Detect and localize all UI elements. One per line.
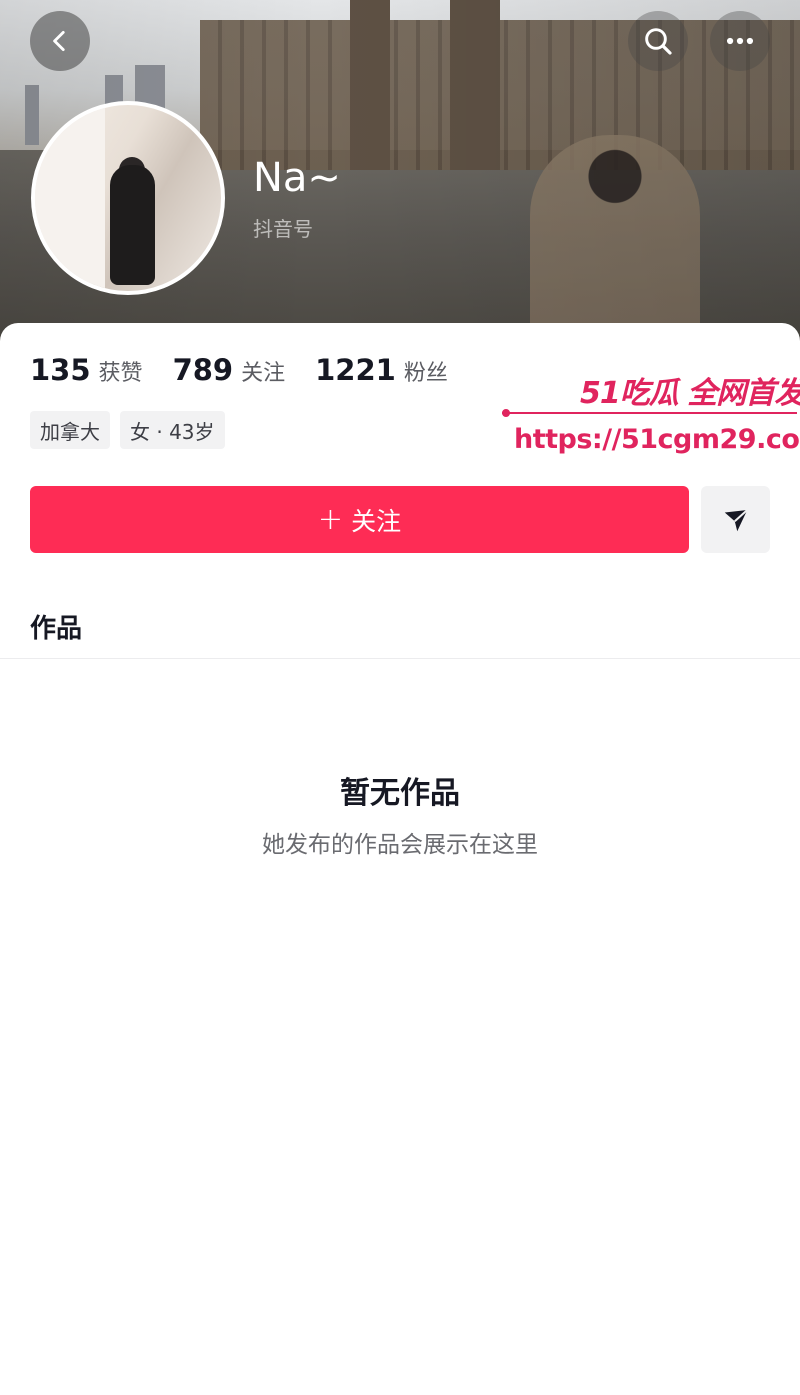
stat-label: 关注 bbox=[241, 361, 286, 386]
stat-followers[interactable]: 1221 粉丝 bbox=[315, 353, 448, 387]
nickname: Na~ bbox=[253, 155, 341, 201]
stat-value: 135 bbox=[30, 353, 91, 387]
send-icon bbox=[724, 508, 748, 531]
watermark-line bbox=[502, 412, 797, 414]
stat-following[interactable]: 789 关注 bbox=[173, 353, 286, 387]
tab-works[interactable]: 作品 bbox=[30, 608, 82, 645]
stat-label: 获赞 bbox=[98, 361, 143, 386]
profile-tags: 加拿大 女 · 43岁 bbox=[30, 411, 235, 449]
stat-value: 789 bbox=[172, 353, 234, 387]
stat-value: 1221 bbox=[315, 353, 396, 387]
watermark-url: https://51cgm29.com bbox=[514, 424, 800, 455]
more-horizontal-icon bbox=[726, 37, 754, 45]
tab-divider bbox=[0, 658, 800, 659]
plus-icon: + bbox=[317, 502, 344, 537]
follow-label: 关注 bbox=[351, 506, 402, 536]
watermark-brand: 51吃瓜 全网首发 bbox=[580, 376, 800, 411]
douyin-id-label[interactable]: 抖音号 bbox=[253, 213, 313, 242]
avatar-wall bbox=[35, 105, 105, 291]
search-icon bbox=[645, 28, 672, 55]
back-button[interactable] bbox=[30, 11, 90, 71]
empty-state-subtitle: 她发布的作品会展示在这里 bbox=[262, 832, 538, 858]
stats-row: 135 获赞 789 关注 1221 粉丝 bbox=[30, 353, 478, 387]
profile-sheet: 135 获赞 789 关注 1221 粉丝 加拿大 女 · 43岁 + 关注 作… bbox=[0, 323, 800, 1395]
follow-button[interactable]: + 关注 bbox=[30, 486, 689, 553]
tag-gender-age: 女 · 43岁 bbox=[120, 411, 225, 449]
more-button[interactable] bbox=[710, 11, 770, 71]
avatar[interactable] bbox=[31, 101, 225, 295]
avatar-figure bbox=[110, 165, 155, 285]
search-button[interactable] bbox=[628, 11, 688, 71]
chevron-left-icon bbox=[53, 30, 65, 52]
stat-label: 粉丝 bbox=[403, 361, 448, 386]
tag-location: 加拿大 bbox=[30, 411, 110, 449]
watermark: 51吃瓜 全网首发 https://51cgm29.com bbox=[502, 360, 800, 470]
message-button[interactable] bbox=[701, 486, 770, 553]
stat-likes[interactable]: 135 获赞 bbox=[30, 353, 143, 387]
empty-state-title: 暂无作品 bbox=[340, 776, 460, 811]
